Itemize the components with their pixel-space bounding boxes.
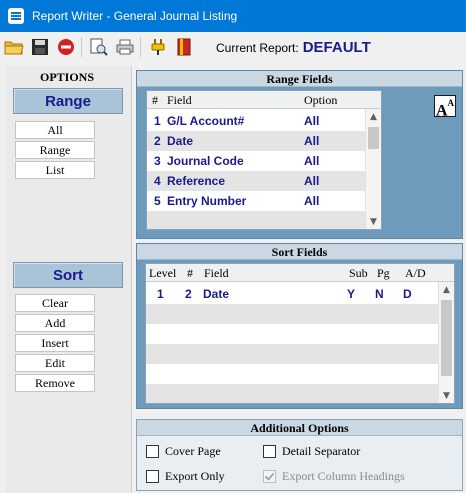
range-fields-title: Range Fields (137, 71, 462, 87)
export-column-headings-option: Export Column Headings (263, 469, 405, 484)
toolbar-separator (81, 37, 82, 57)
sort-scrollbar[interactable]: ▲ ▼ (438, 282, 454, 403)
sort-fields-header: Level # Field Sub Pg A/D (146, 264, 454, 282)
range-all-button[interactable]: All (15, 121, 95, 139)
options-panel: OPTIONS Range All Range List Sort Clear … (6, 66, 132, 493)
open-folder-icon[interactable] (2, 35, 26, 59)
sort-row-empty (146, 364, 438, 384)
export-only-label: Export Only (165, 469, 225, 483)
sort-row-empty (146, 324, 438, 344)
additional-options-title: Additional Options (137, 420, 462, 436)
scroll-thumb[interactable] (368, 127, 379, 149)
scroll-up-icon[interactable]: ▲ (439, 282, 454, 297)
font-button[interactable]: AA (434, 95, 456, 120)
book-icon[interactable] (172, 35, 196, 59)
current-report-value: DEFAULT (302, 38, 371, 56)
sort-fields-panel: Sort Fields Level # Field Sub Pg A/D 1 2… (136, 243, 463, 409)
sort-row-empty (146, 384, 438, 403)
printer-icon[interactable] (113, 35, 137, 59)
col-field: Field (167, 93, 192, 107)
plug-icon[interactable] (146, 35, 170, 59)
col-num: # (152, 93, 158, 107)
col-option: Option (304, 93, 338, 107)
range-fields-panel: Range Fields # Field Option 1 G/L Accoun… (136, 70, 463, 239)
scroll-up-icon[interactable]: ▲ (366, 109, 381, 124)
current-report-label: Current Report: (216, 40, 299, 55)
delete-icon[interactable] (54, 35, 78, 59)
sort-row-empty (146, 344, 438, 364)
sort-clear-button[interactable]: Clear (15, 294, 95, 312)
cover-page-checkbox[interactable] (146, 445, 159, 458)
sort-insert-button[interactable]: Insert (15, 334, 95, 352)
save-disk-icon[interactable] (28, 35, 52, 59)
range-button[interactable]: Range (13, 88, 123, 114)
sort-add-button[interactable]: Add (15, 314, 95, 332)
window-title: Report Writer - General Journal Listing (32, 9, 238, 23)
range-row[interactable]: 2 Date All (147, 131, 365, 151)
scroll-thumb[interactable] (441, 300, 452, 376)
options-title: OPTIONS (39, 70, 94, 84)
range-row[interactable]: 4 Reference All (147, 171, 365, 191)
range-row[interactable]: 5 Entry Number All (147, 191, 365, 211)
range-row[interactable]: 1 G/L Account# All (147, 111, 365, 131)
export-column-headings-checkbox (263, 470, 276, 483)
range-fields-header: # Field Option (147, 91, 381, 109)
title-bar: Report Writer - General Journal Listing (0, 0, 466, 32)
scroll-down-icon[interactable]: ▼ (439, 388, 454, 403)
print-preview-icon[interactable] (87, 35, 111, 59)
range-fields-list[interactable]: # Field Option 1 G/L Account# All 2 Date… (146, 90, 382, 230)
detail-separator-option[interactable]: Detail Separator (263, 444, 360, 459)
sort-button[interactable]: Sort (13, 262, 123, 288)
range-row[interactable]: 3 Journal Code All (147, 151, 365, 171)
export-only-option[interactable]: Export Only (146, 469, 225, 484)
current-report: Current Report: DEFAULT (216, 39, 371, 56)
export-column-headings-label: Export Column Headings (282, 469, 405, 483)
additional-options-panel: Additional Options Cover Page Detail Sep… (136, 419, 463, 491)
toolbar: Current Report: DEFAULT (0, 32, 466, 62)
sort-fields-title: Sort Fields (137, 244, 462, 260)
cover-page-label: Cover Page (165, 444, 221, 458)
scroll-down-icon[interactable]: ▼ (366, 214, 381, 229)
sort-fields-list[interactable]: Level # Field Sub Pg A/D 1 2 Date Y N D … (145, 263, 455, 404)
sort-remove-button[interactable]: Remove (15, 374, 95, 392)
export-only-checkbox[interactable] (146, 470, 159, 483)
range-list-button[interactable]: List (15, 161, 95, 179)
range-row-empty (147, 211, 365, 229)
range-scrollbar[interactable]: ▲ ▼ (365, 109, 381, 229)
font-icon: A (435, 102, 448, 120)
sort-row-empty (146, 304, 438, 324)
app-icon (8, 8, 24, 24)
detail-separator-label: Detail Separator (282, 444, 361, 458)
range-range-button[interactable]: Range (15, 141, 95, 159)
toolbar-separator (140, 37, 141, 57)
cover-page-option[interactable]: Cover Page (146, 444, 221, 459)
sort-edit-button[interactable]: Edit (15, 354, 95, 372)
sort-row[interactable]: 1 2 Date Y N D (146, 284, 438, 304)
detail-separator-checkbox[interactable] (263, 445, 276, 458)
checkmark-icon (264, 472, 275, 481)
